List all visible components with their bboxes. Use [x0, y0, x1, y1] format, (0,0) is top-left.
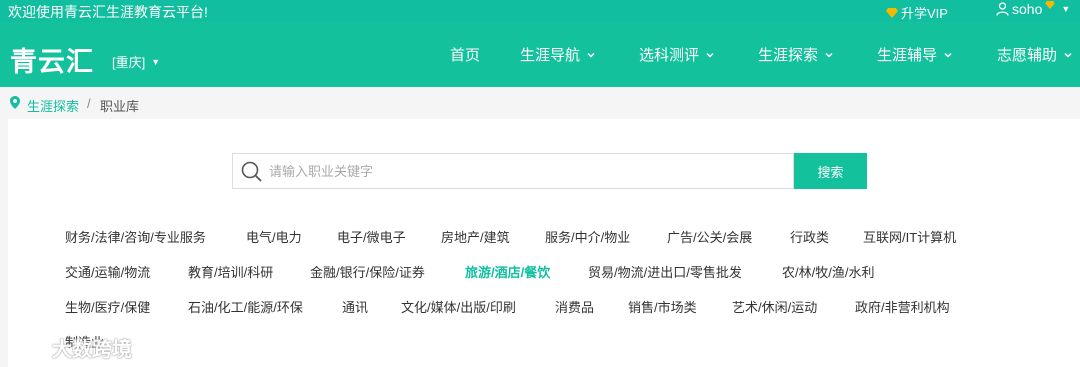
vip-badge-icon [1045, 1, 1056, 9]
nav-career-navigation[interactable]: 生涯导航 [520, 44, 596, 65]
caret-down-icon: ▼ [151, 56, 161, 67]
chevron-down-icon [825, 52, 833, 58]
city-label: [重庆] [112, 55, 146, 70]
caret-down-icon: ▼ [1061, 4, 1071, 14]
user-name: soho [1012, 1, 1043, 17]
category-link[interactable]: 交通/运输/物流 [65, 262, 150, 281]
nav-career-explore[interactable]: 生涯探索 [758, 44, 834, 65]
nav-label: 生涯导航 [520, 47, 581, 64]
top-bar: 欢迎使用青云汇生涯教育云平台! 升学VIP soho ▼ [0, 0, 1080, 22]
search-input[interactable] [269, 154, 789, 188]
diamond-icon [886, 7, 898, 18]
chevron-down-icon [944, 52, 952, 58]
search-icon [241, 161, 262, 182]
logo[interactable]: 青云汇 [10, 40, 94, 79]
category-link[interactable]: 生物/医疗/保健 [65, 297, 150, 316]
welcome-text: 欢迎使用青云汇生涯教育云平台! [8, 4, 208, 20]
category-link[interactable]: 政府/非营利机构 [855, 297, 950, 316]
chevron-down-icon [706, 52, 714, 58]
category-link[interactable]: 电气/电力 [246, 227, 302, 246]
category-link[interactable]: 电子/微电子 [337, 227, 406, 246]
location-pin-icon [10, 96, 20, 109]
nav-application-assist[interactable]: 志愿辅助 [997, 44, 1073, 65]
category-link[interactable]: 石油/化工/能源/环保 [188, 297, 303, 316]
chevron-down-icon [1064, 52, 1072, 58]
search-box [232, 153, 794, 189]
category-link[interactable]: 通讯 [342, 297, 368, 316]
user-icon [996, 2, 1009, 16]
category-link[interactable]: 农/林/牧/渔/水利 [782, 262, 874, 281]
nav-home[interactable]: 首页 [450, 44, 480, 65]
category-link[interactable]: 销售/市场类 [628, 297, 697, 316]
breadcrumb-separator: / [87, 96, 91, 111]
breadcrumb-parent-link[interactable]: 生涯探索 [27, 96, 79, 115]
category-link[interactable]: 广告/公关/会展 [667, 227, 752, 246]
nav-subject-assessment[interactable]: 选科测评 [639, 44, 715, 65]
category-link[interactable]: 房地产/建筑 [441, 227, 510, 246]
watermark-text: 大数跨境 [52, 339, 132, 361]
category-link[interactable]: 行政类 [790, 227, 829, 246]
city-selector[interactable]: [重庆] ▼ [112, 52, 160, 71]
breadcrumb: 生涯探索 / 职业库 [0, 87, 1080, 119]
category-link-active[interactable]: 旅游/酒店/餐饮 [465, 262, 550, 281]
vip-label: 升学VIP [901, 6, 948, 21]
breadcrumb-current: 职业库 [100, 99, 140, 114]
watermark: 大数跨境 [8, 333, 132, 362]
nav-label: 生涯辅导 [877, 47, 938, 64]
nav-label: 首页 [450, 47, 481, 64]
category-link[interactable]: 贸易/物流/进出口/零售批发 [588, 262, 742, 281]
category-link[interactable]: 服务/中介/物业 [545, 227, 630, 246]
watermark-logo-icon [9, 339, 45, 355]
chevron-down-icon [587, 52, 595, 58]
vip-link[interactable]: 升学VIP [886, 3, 948, 22]
user-menu[interactable]: soho ▼ [996, 1, 1070, 17]
category-link[interactable]: 文化/媒体/出版/印刷 [401, 297, 516, 316]
nav-label: 志愿辅助 [997, 47, 1058, 64]
category-link[interactable]: 消费品 [555, 297, 594, 316]
nav-label: 选科测评 [639, 47, 700, 64]
search-button[interactable]: 搜索 [794, 153, 867, 189]
category-link[interactable]: 财务/法律/咨询/专业服务 [65, 227, 206, 246]
nav-career-guidance[interactable]: 生涯辅导 [877, 44, 953, 65]
category-link[interactable]: 艺术/休闲/运动 [732, 297, 817, 316]
category-link[interactable]: 金融/银行/保险/证券 [310, 262, 425, 281]
main-navbar: 青云汇 [重庆] ▼ 首页 生涯导航 选科测评 生涯探索 生涯辅导 志愿辅助 [0, 22, 1080, 87]
category-link[interactable]: 互联网/IT计算机 [863, 227, 956, 246]
nav-label: 生涯探索 [758, 47, 819, 64]
category-link[interactable]: 教育/培训/科研 [188, 262, 273, 281]
